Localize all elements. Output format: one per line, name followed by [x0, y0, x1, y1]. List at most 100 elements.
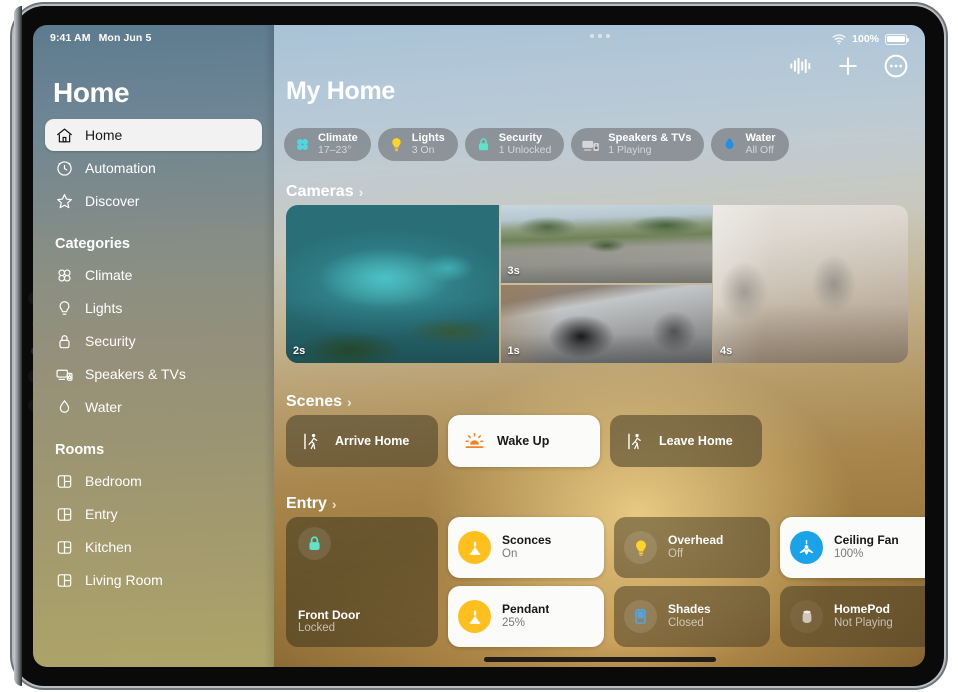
ceiling-fan-icon — [790, 531, 823, 564]
accessory-tile-front-door[interactable]: Front Door Locked — [286, 517, 438, 647]
accessory-tile-ceiling-fan[interactable]: Ceiling Fan 100% — [780, 517, 925, 578]
sidebar-item-label: Bedroom — [85, 473, 142, 489]
camera-tile-living-room[interactable]: 4s — [713, 205, 908, 363]
sidebar-item-label: Water — [85, 399, 122, 415]
accessory-state: Closed — [668, 616, 704, 629]
accessory-tile-homepod[interactable]: HomePod Not Playing — [780, 586, 925, 647]
scenes-section-header[interactable]: Scenes › — [286, 393, 352, 411]
sidebar-item-lights[interactable]: Lights — [45, 292, 262, 324]
chevron-right-icon: › — [331, 496, 337, 512]
scene-label: Leave Home — [659, 434, 733, 448]
scene-wake-up[interactable]: Wake Up — [448, 415, 600, 467]
status-chip-speakers-tvs[interactable]: Speakers & TVs 1 Playing — [571, 128, 705, 161]
accessory-tile-shades[interactable]: Shades Closed — [614, 586, 770, 647]
chip-value: All Off — [745, 143, 774, 156]
scene-label: Wake Up — [497, 434, 550, 448]
battery-icon — [885, 33, 909, 45]
lock-icon — [475, 136, 492, 153]
wifi-icon — [832, 33, 846, 45]
cameras-section-header[interactable]: Cameras › — [286, 183, 363, 201]
accessory-name: Pendant — [502, 602, 550, 617]
accessory-name: Front Door — [298, 607, 360, 622]
entry-section-header[interactable]: Entry › — [286, 495, 337, 513]
audio-waveform-button[interactable] — [787, 53, 813, 79]
sconce-lamp-icon — [458, 531, 491, 564]
camera-tile-driveway[interactable]: 3s — [500, 205, 712, 283]
water-drop-icon — [721, 136, 738, 153]
water-drop-icon — [55, 398, 74, 417]
chip-label: Water — [745, 132, 776, 145]
status-chip-security[interactable]: Security 1 Unlocked — [464, 128, 565, 161]
status-chip-climate[interactable]: Climate 17–23° — [284, 128, 371, 161]
scene-leave-home[interactable]: Leave Home — [610, 415, 762, 467]
room-icon — [55, 472, 74, 491]
accessory-state: 100% — [834, 547, 864, 560]
status-chip-lights[interactable]: Lights 3 On — [377, 128, 458, 161]
sidebar-item-speakers-tvs[interactable]: Speakers & TVs — [45, 358, 262, 390]
camera-badge: 1s — [507, 345, 520, 357]
lock-icon — [55, 332, 74, 351]
accessory-tile-pendant[interactable]: Pendant 25% — [448, 586, 604, 647]
accessory-tile-sconces[interactable]: Sconces On — [448, 517, 604, 578]
status-bar: 9:41 AM Mon Jun 5 — [45, 25, 262, 51]
lightbulb-icon — [388, 136, 405, 153]
more-options-button[interactable] — [883, 53, 909, 79]
window-drag-handle[interactable] — [589, 34, 610, 38]
camera-tile-garage[interactable]: 1s — [500, 284, 712, 363]
status-chips-row: Climate 17–23° Lights 3 On Security 1 Un… — [284, 128, 789, 161]
chip-value: 1 Unlocked — [498, 143, 552, 156]
scene-arrive-home[interactable]: Arrive Home — [286, 415, 438, 467]
sidebar-item-water[interactable]: Water — [45, 391, 262, 423]
pendant-lamp-icon — [458, 600, 491, 633]
star-icon — [55, 192, 74, 211]
sidebar-item-security[interactable]: Security — [45, 325, 262, 357]
accessory-name: HomePod — [834, 602, 891, 617]
automation-clock-icon — [55, 159, 74, 178]
sidebar-edge-shadow — [264, 25, 274, 667]
status-time: 9:41 AM — [50, 32, 91, 44]
sidebar-item-entry[interactable]: Entry — [45, 498, 262, 530]
person-walking-out-icon — [626, 431, 647, 452]
chip-label: Speakers & TVs — [608, 132, 692, 145]
toolbar — [787, 53, 909, 79]
fan-icon — [294, 136, 311, 153]
main-content: 100% My Home Climate 17–23° Lights 3 On … — [274, 25, 925, 667]
accessory-state: Not Playing — [834, 616, 893, 629]
cameras-header-label: Cameras — [286, 183, 354, 200]
speaker-tv-icon — [55, 365, 74, 384]
add-button[interactable] — [835, 53, 861, 79]
chip-label: Lights — [411, 132, 445, 145]
accessory-state: Off — [668, 547, 684, 560]
sidebar-item-climate[interactable]: Climate — [45, 259, 262, 291]
ipad-device-frame: 9:41 AM Mon Jun 5 Home Home Automation D… — [14, 6, 944, 686]
status-bar-right: 100% — [832, 33, 909, 45]
sidebar: 9:41 AM Mon Jun 5 Home Home Automation D… — [33, 25, 274, 667]
homepod-icon — [790, 600, 823, 633]
sidebar-rooms-header: Rooms — [55, 442, 105, 458]
chip-value: 17–23° — [318, 143, 352, 156]
page-title: My Home — [286, 77, 396, 105]
sidebar-item-living-room[interactable]: Living Room — [45, 564, 262, 596]
home-indicator[interactable] — [483, 657, 716, 662]
sidebar-title: Home — [53, 77, 130, 108]
camera-tile-pool[interactable]: 2s — [286, 205, 499, 363]
accessory-state: Locked — [298, 622, 336, 635]
device-left-edge — [14, 6, 22, 686]
sidebar-categories-header: Categories — [55, 236, 130, 252]
sidebar-item-home[interactable]: Home — [45, 119, 262, 151]
accessory-tile-overhead[interactable]: Overhead Off — [614, 517, 770, 578]
sidebar-item-bedroom[interactable]: Bedroom — [45, 465, 262, 497]
status-chip-water[interactable]: Water All Off — [711, 128, 789, 161]
sidebar-item-label: Security — [85, 333, 136, 349]
sidebar-item-discover[interactable]: Discover — [45, 185, 262, 217]
sidebar-item-kitchen[interactable]: Kitchen — [45, 531, 262, 563]
lock-icon — [298, 527, 331, 560]
camera-badge: 2s — [293, 345, 306, 357]
sidebar-item-automation[interactable]: Automation — [45, 152, 262, 184]
entry-header-label: Entry — [286, 495, 327, 512]
house-icon — [55, 126, 74, 145]
cameras-grid: 2s 3s 1s 4s — [286, 205, 908, 363]
camera-column-middle: 3s 1s — [500, 205, 712, 363]
status-date: Mon Jun 5 — [98, 32, 152, 44]
chevron-right-icon: › — [358, 184, 364, 200]
